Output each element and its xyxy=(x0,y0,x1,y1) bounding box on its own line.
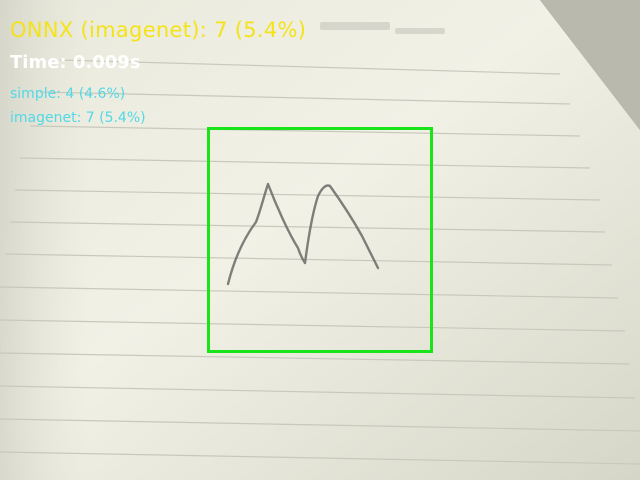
camera-view: ONNX (imagenet): 7 (5.4%) Time: 0.009s s… xyxy=(0,0,640,480)
detection-box xyxy=(207,127,433,353)
inference-time: Time: 0.009s xyxy=(10,52,141,73)
score-imagenet: imagenet: 7 (5.4%) xyxy=(10,110,146,126)
score-simple: simple: 4 (4.6%) xyxy=(10,86,126,102)
model-prediction-headline: ONNX (imagenet): 7 (5.4%) xyxy=(10,18,307,42)
